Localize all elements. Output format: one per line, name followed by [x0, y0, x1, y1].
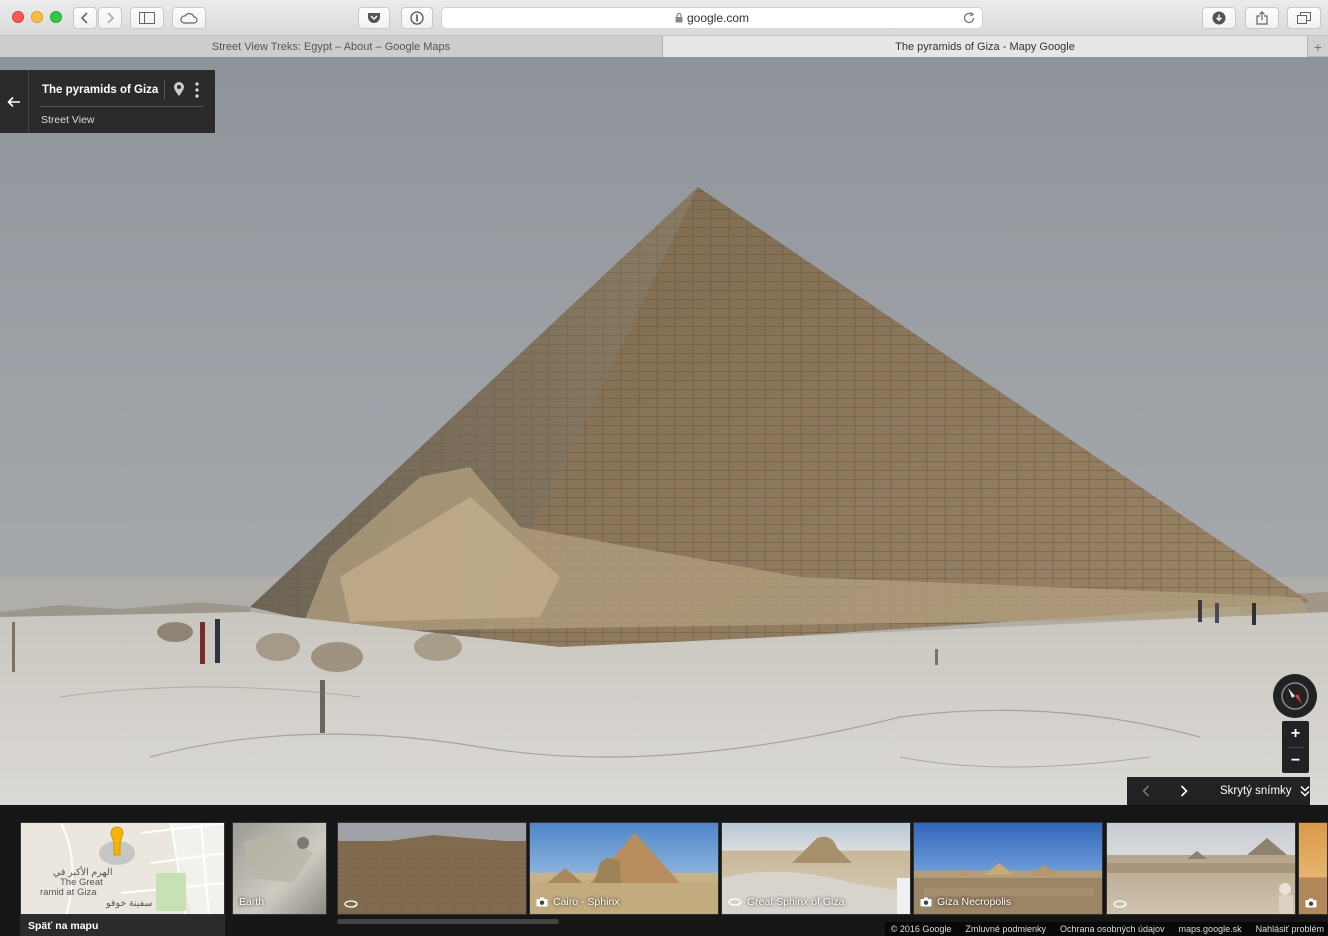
- earth-thumbnail[interactable]: Earth: [232, 822, 327, 915]
- 360-icon: [728, 898, 742, 906]
- cloud-icon: [180, 13, 198, 24]
- previous-photos-button[interactable]: [1127, 777, 1165, 805]
- photo-thumbnail-plateau[interactable]: [1106, 822, 1296, 915]
- password-button[interactable]: [401, 7, 433, 29]
- thumbnail-caption: [1305, 898, 1322, 908]
- pyramid-panorama-image[interactable]: [0, 57, 1328, 805]
- thumbnail-caption: Earth: [239, 896, 264, 908]
- downloads-button[interactable]: [1202, 7, 1236, 29]
- chevron-left-icon: [1142, 785, 1150, 797]
- maps-footer: © 2016 Google Zmluvné podmienky Ochrana …: [884, 922, 1328, 936]
- chevron-right-icon: [1180, 785, 1188, 797]
- card-separator: [40, 106, 203, 107]
- tab-label: The pyramids of Giza - Mapy Google: [895, 40, 1075, 53]
- lock-icon: [675, 13, 683, 23]
- sidebar-button[interactable]: [130, 7, 164, 29]
- more-options-icon[interactable]: [195, 82, 199, 103]
- map-labels: الهرم الأكبر في The Great ramid at Giza …: [40, 868, 153, 909]
- double-chevron-down-icon[interactable]: [1300, 785, 1310, 797]
- zoom-out-button[interactable]: −: [1282, 748, 1309, 774]
- compass-button[interactable]: [1273, 674, 1317, 718]
- tab-bar: Street View Treks: Egypt – About – Googl…: [0, 36, 1328, 57]
- url-text: google.com: [686, 11, 750, 25]
- photo-thumbnail-giza-necropolis[interactable]: Giza Necropolis: [913, 822, 1103, 915]
- photo-thumbnail-pyramid[interactable]: [337, 822, 527, 915]
- share-icon: [1256, 11, 1268, 25]
- tab-pyramids-of-giza[interactable]: The pyramids of Giza - Mapy Google: [663, 36, 1308, 57]
- tabs-icon: [1297, 12, 1311, 24]
- photo-filmstrip: الهرم الأكبر في The Great ramid at Giza …: [0, 805, 1328, 936]
- forward-button[interactable]: [98, 7, 122, 29]
- pyramid-thumbnail-image: [338, 835, 526, 914]
- card-divider: [164, 80, 165, 100]
- close-window-button[interactable]: [12, 11, 24, 23]
- compass-icon: [1281, 682, 1309, 710]
- location-pin-icon[interactable]: [173, 81, 185, 102]
- pocket-icon: [368, 13, 380, 23]
- back-to-map-button[interactable]: Späť na mapu: [20, 915, 225, 936]
- 360-icon: [1113, 900, 1127, 908]
- plus-icon: +: [1313, 38, 1323, 55]
- tab-label: Street View Treks: Egypt – About – Googl…: [211, 40, 451, 53]
- copyright-text: © 2016 Google: [890, 924, 952, 934]
- camera-icon: [1305, 898, 1317, 908]
- browser-toolbar: google.com: [0, 0, 1328, 36]
- thumbnail-label: Cairo - Sphinx: [553, 896, 620, 908]
- privacy-link[interactable]: Ochrana osobných údajov: [1060, 924, 1165, 934]
- download-icon: [1212, 11, 1226, 25]
- next-photos-button[interactable]: [1165, 777, 1203, 805]
- 360-icon: [344, 900, 358, 908]
- filmstrip-scrollbar[interactable]: [337, 919, 559, 924]
- thumbnail-label: Earth: [239, 896, 265, 908]
- chevron-right-icon: [107, 12, 115, 24]
- thumbnail-caption: [344, 900, 363, 908]
- zoom-control: + −: [1282, 721, 1309, 773]
- new-tab-button[interactable]: +: [1308, 36, 1328, 57]
- place-info-card: The pyramids of Giza Street View: [0, 70, 215, 133]
- safari-window: google.com Street View Treks: Egypt – Ab…: [0, 0, 1328, 936]
- thumbnail-label: Great Sphinx of Giza: [747, 896, 845, 908]
- thumbnail-caption: [1113, 900, 1132, 908]
- photo-thumbnail-great-sphinx[interactable]: Great Sphinx of Giza: [721, 822, 911, 915]
- maximize-window-button[interactable]: [50, 11, 62, 23]
- reload-icon[interactable]: [962, 11, 976, 25]
- pocket-button[interactable]: [358, 7, 390, 29]
- plateau-thumbnail-image: [1107, 838, 1295, 914]
- place-subtitle: Street View: [41, 114, 95, 126]
- zoom-in-button[interactable]: +: [1282, 721, 1309, 747]
- maps-domain-link[interactable]: maps.google.sk: [1179, 924, 1242, 934]
- arrow-left-icon: [7, 96, 20, 107]
- street-view-panorama[interactable]: The pyramids of Giza Street View + − Skr…: [0, 57, 1328, 805]
- show-tabs-button[interactable]: [1287, 7, 1321, 29]
- thumbnail-caption: Cairo - Sphinx: [536, 896, 620, 908]
- sidebar-icon: [139, 12, 155, 24]
- map-label-pyramid: ramid at Giza: [40, 887, 97, 898]
- chevron-left-icon: [80, 12, 88, 24]
- back-button[interactable]: [73, 7, 97, 29]
- terms-link[interactable]: Zmluvné podmienky: [965, 924, 1046, 934]
- map-label-arabic-2: سفينة خوفو: [106, 898, 153, 909]
- hide-photos-toggle[interactable]: Skrytý snímky: [1220, 785, 1292, 797]
- tab-street-view-treks[interactable]: Street View Treks: Egypt – About – Googl…: [0, 36, 663, 57]
- share-button[interactable]: [1245, 7, 1279, 29]
- thumbnail-caption: Giza Necropolis: [920, 896, 1011, 908]
- thumbnail-label: Giza Necropolis: [937, 896, 1012, 908]
- address-bar[interactable]: google.com: [441, 7, 983, 29]
- camera-icon: [920, 897, 932, 907]
- thumbnail-caption: Great Sphinx of Giza: [728, 896, 844, 908]
- photo-thumbnail-partial[interactable]: [1298, 822, 1328, 915]
- back-to-results-button[interactable]: [0, 70, 29, 133]
- mini-map-thumbnail[interactable]: الهرم الأكبر في The Great ramid at Giza …: [20, 822, 225, 915]
- place-title[interactable]: The pyramids of Giza: [42, 84, 158, 96]
- icloud-tabs-button[interactable]: [172, 7, 206, 29]
- minimize-window-button[interactable]: [31, 11, 43, 23]
- photo-thumbnail-cairo-sphinx[interactable]: Cairo - Sphinx: [529, 822, 719, 915]
- info-circle-icon: [410, 11, 424, 25]
- photo-strip-controls: Skrytý snímky: [1127, 777, 1310, 805]
- report-problem-link[interactable]: Nahlásiť problém: [1256, 924, 1324, 934]
- camera-icon: [536, 897, 548, 907]
